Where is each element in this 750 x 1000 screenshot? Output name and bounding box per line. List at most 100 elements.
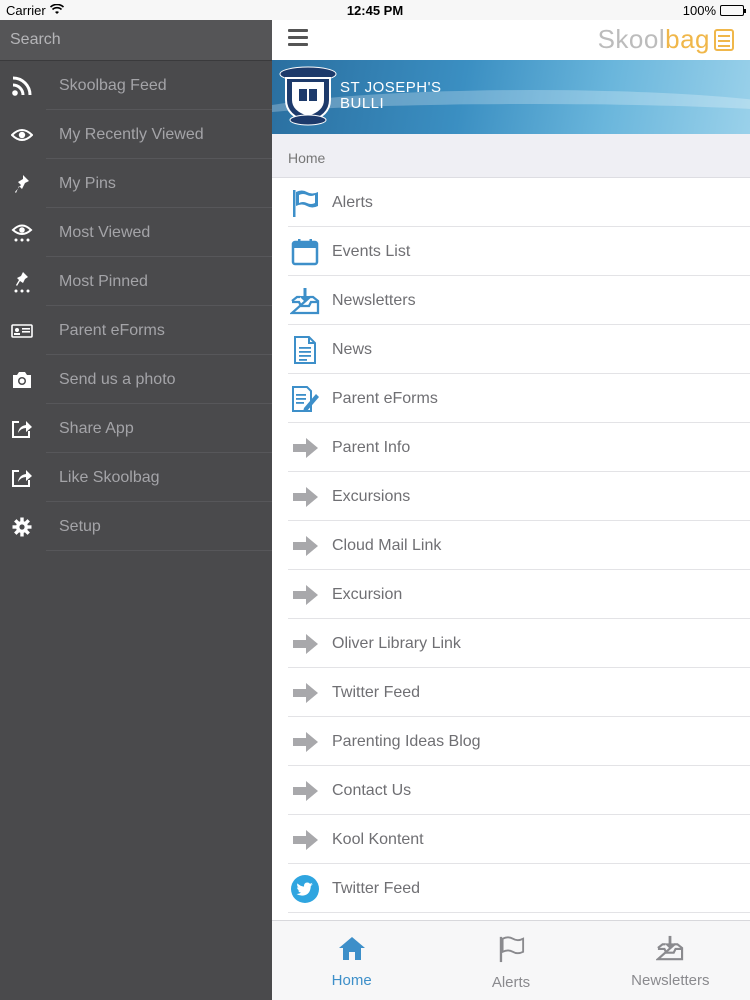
sidebar-item-skoolbag-feed[interactable]: Skoolbag Feed [0, 61, 272, 110]
sidebar-item-label: My Recently Viewed [59, 125, 204, 143]
list-item-news[interactable]: News [272, 325, 750, 374]
main-panel: Skoolbag ST JOSEPH'S BULLI Home Alerts E… [272, 20, 750, 1000]
inbox-download-icon [272, 287, 332, 315]
list-item-label: Cloud Mail Link [332, 536, 442, 554]
list-item-label: Alerts [332, 193, 373, 211]
inbox-download-icon [655, 935, 684, 966]
list-item-newsletters[interactable]: Newsletters [272, 276, 750, 325]
school-name-line2: BULLI [340, 95, 385, 112]
arrow-right-icon [272, 829, 332, 851]
sidebar-item-send-photo[interactable]: Send us a photo [0, 355, 272, 404]
sidebar: Search Skoolbag Feed My Recently Viewed … [0, 20, 272, 1000]
hamburger-menu-icon[interactable] [288, 29, 308, 49]
list-item-label: Kool Kontent [332, 830, 424, 848]
tab-newsletters[interactable]: Newsletters [591, 921, 750, 1000]
tab-label: Alerts [491, 974, 531, 991]
sidebar-item-label: Skoolbag Feed [59, 76, 167, 94]
arrow-right-icon [272, 731, 332, 753]
list-item-contact-us[interactable]: Contact Us [272, 766, 750, 815]
list-item-label: Newsletters [332, 291, 416, 309]
sidebar-item-label: My Pins [59, 174, 116, 192]
brand-prefix: Skool [597, 24, 666, 54]
list-item-label: Excursion [332, 585, 403, 603]
id-card-icon [0, 323, 46, 338]
calendar-icon [272, 238, 332, 266]
tab-label: Home [331, 972, 372, 989]
menu-list: Alerts Events List Newsletters News Pare [272, 178, 750, 913]
brand-suffix: bag [665, 24, 710, 54]
list-item-label: Twitter Feed [332, 879, 421, 897]
list-item-label: Excursions [332, 487, 411, 505]
sidebar-item-like-skoolbag[interactable]: Like Skoolbag [0, 453, 272, 502]
sidebar-item-most-viewed[interactable]: Most Viewed [0, 208, 272, 257]
flag-icon [497, 935, 525, 968]
status-bar: Carrier 12:45 PM 100% [0, 0, 750, 20]
list-item-events-list[interactable]: Events List [272, 227, 750, 276]
list-item-label: News [332, 340, 373, 358]
list-item-excursions[interactable]: Excursions [272, 472, 750, 521]
clock: 12:45 PM [346, 3, 404, 18]
sidebar-item-label: Like Skoolbag [59, 468, 160, 486]
form-edit-icon [272, 384, 332, 414]
sidebar-item-label: Send us a photo [59, 370, 176, 388]
tab-alerts[interactable]: Alerts [431, 921, 590, 1000]
twitter-icon [272, 874, 332, 904]
list-item-alerts[interactable]: Alerts [272, 178, 750, 227]
sidebar-item-most-pinned[interactable]: Most Pinned [0, 257, 272, 306]
list-item-label: Parent eForms [332, 389, 438, 407]
sidebar-item-label: Share App [59, 419, 134, 437]
eye-icon [0, 128, 46, 142]
list-item-excursion[interactable]: Excursion [272, 570, 750, 619]
tab-bar: Home Alerts Newsletters [272, 920, 750, 1000]
list-item-parent-eforms[interactable]: Parent eForms [272, 374, 750, 423]
arrow-right-icon [272, 584, 332, 606]
list-item-oliver-library-link[interactable]: Oliver Library Link [272, 619, 750, 668]
gear-icon [0, 517, 46, 537]
sidebar-item-parent-eforms[interactable]: Parent eForms [0, 306, 272, 355]
home-icon [338, 935, 366, 966]
arrow-right-icon [272, 780, 332, 802]
tab-home[interactable]: Home [272, 921, 431, 1000]
arrow-right-icon [272, 437, 332, 459]
sidebar-item-setup[interactable]: Setup [0, 502, 272, 551]
list-item-label: Twitter Feed [332, 683, 421, 701]
arrow-right-icon [272, 682, 332, 704]
eye-dots-icon [0, 224, 46, 242]
list-item-twitter-feed-social[interactable]: Twitter Feed [272, 864, 750, 913]
share-icon [0, 419, 46, 439]
list-item-label: Parenting Ideas Blog [332, 732, 481, 750]
list-item-cloud-mail-link[interactable]: Cloud Mail Link [272, 521, 750, 570]
arrow-right-icon [272, 535, 332, 557]
school-name-line1: ST JOSEPH'S [340, 79, 442, 96]
search-input[interactable]: Search [0, 20, 272, 61]
sidebar-item-recently-viewed[interactable]: My Recently Viewed [0, 110, 272, 159]
list-item-label: Events List [332, 242, 411, 260]
list-item-kool-kontent[interactable]: Kool Kontent [272, 815, 750, 864]
share-icon [0, 468, 46, 488]
sidebar-item-label: Parent eForms [59, 321, 165, 339]
flag-icon [272, 188, 332, 218]
sidebar-item-label: Most Pinned [59, 272, 148, 290]
school-crest-icon [278, 64, 338, 126]
rss-icon [0, 75, 46, 97]
brand-logo: Skoolbag [598, 24, 710, 55]
sidebar-item-label: Most Viewed [59, 223, 151, 241]
list-item-parent-info[interactable]: Parent Info [272, 423, 750, 472]
battery-icon [720, 5, 746, 16]
list-item-twitter-feed[interactable]: Twitter Feed [272, 668, 750, 717]
arrow-right-icon [272, 486, 332, 508]
document-icon [272, 335, 332, 365]
sidebar-item-label: Setup [59, 517, 101, 535]
tab-label: Newsletters [631, 972, 710, 989]
battery-percent: 100% [682, 3, 716, 18]
camera-icon [0, 371, 46, 389]
school-name: ST JOSEPH'S BULLI [340, 80, 441, 112]
list-item-label: Oliver Library Link [332, 634, 461, 652]
books-icon [712, 26, 736, 57]
sidebar-item-share-app[interactable]: Share App [0, 404, 272, 453]
arrow-right-icon [272, 633, 332, 655]
list-item-label: Contact Us [332, 781, 412, 799]
sidebar-item-my-pins[interactable]: My Pins [0, 159, 272, 208]
pin-dots-icon [0, 271, 46, 293]
list-item-parenting-ideas-blog[interactable]: Parenting Ideas Blog [272, 717, 750, 766]
